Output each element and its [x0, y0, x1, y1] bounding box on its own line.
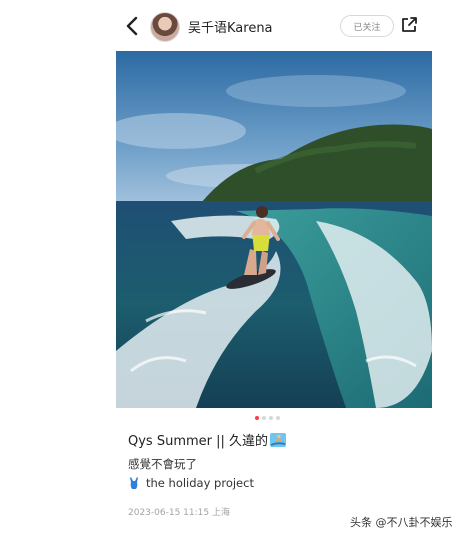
follow-button[interactable]: 已关注 — [340, 15, 394, 37]
post-meta: 2023-06-15 11:15 上海 — [128, 508, 230, 518]
surfer-emoji-icon — [270, 433, 287, 447]
post-tagline-text: the holiday project — [146, 476, 254, 490]
carousel-dot-active[interactable] — [255, 416, 259, 420]
surfing-scene — [116, 51, 432, 408]
post-photo[interactable] — [116, 51, 432, 408]
carousel-dot[interactable] — [276, 416, 280, 420]
swimsuit-emoji-icon — [130, 477, 138, 489]
share-icon[interactable] — [400, 16, 418, 34]
username[interactable]: 吴千语Karena — [188, 17, 273, 36]
carousel-dot[interactable] — [269, 416, 273, 420]
carousel-indicator — [255, 416, 280, 422]
carousel-dot[interactable] — [262, 416, 266, 420]
post-caption: 感覺不會玩了 — [128, 457, 197, 471]
post-title: Qys Summer || 久違的 — [128, 430, 287, 449]
back-icon[interactable] — [122, 14, 144, 38]
post-tagline: the holiday project — [128, 476, 254, 490]
top-bar: 吴千语Karena 已关注 — [0, 0, 474, 52]
post-title-text: Qys Summer || 久違的 — [128, 434, 269, 449]
source-watermark: 头条 @不八卦不娱乐 — [350, 516, 453, 529]
avatar[interactable] — [150, 12, 180, 42]
follow-button-label: 已关注 — [353, 22, 381, 33]
